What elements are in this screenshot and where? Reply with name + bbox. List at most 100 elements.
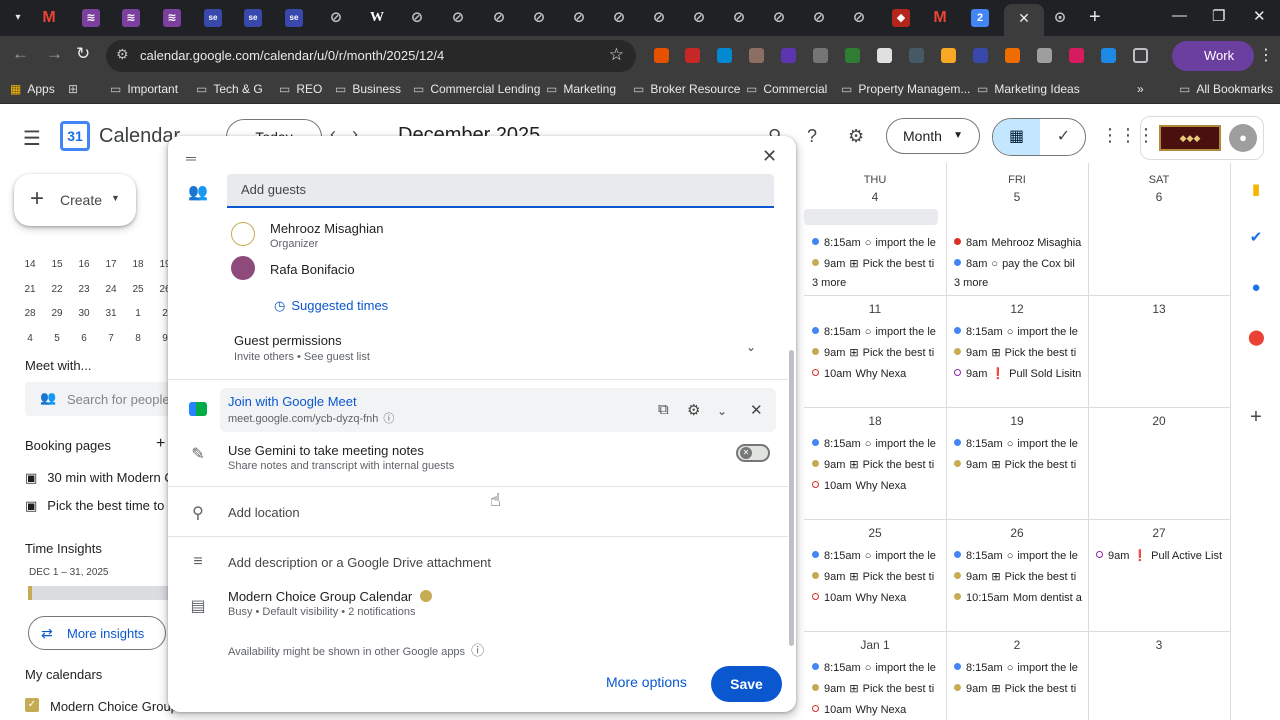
extensions-puzzle-icon[interactable]	[1133, 48, 1148, 63]
chevron-down-icon[interactable]: ⌄	[746, 340, 756, 354]
remove-meet-close-icon[interactable]: ✕	[750, 401, 763, 419]
event-chip[interactable]: 8:15am ○ import the le	[954, 435, 1084, 453]
close-dialog-icon[interactable]: ✕	[762, 146, 777, 167]
day-number[interactable]: 25	[804, 526, 946, 540]
more-events-link[interactable]: 3 more	[812, 277, 846, 289]
add-location-input[interactable]: Add location	[228, 505, 300, 520]
guest-permissions-title[interactable]: Guest permissions	[234, 333, 342, 348]
event-chip[interactable]: 8:15am ○ import the le	[954, 323, 1084, 341]
day-cell[interactable]: 12 8:15am ○ import the le 9am ⊞ Pick the best …	[946, 295, 1088, 407]
event-chip[interactable]: 8:15am ○ import the le	[812, 234, 942, 252]
drag-handle-icon[interactable]: ═	[186, 150, 196, 166]
event-chip[interactable]: 9am ⊞ Pick the best ti	[954, 568, 1084, 586]
tab-favicon[interactable]: ⊘	[408, 9, 426, 27]
tab-favicon[interactable]: ◆	[892, 9, 910, 27]
mini-calendar-day[interactable]: 6	[74, 333, 94, 344]
tab-favicon[interactable]: ⊘	[850, 9, 868, 27]
mini-calendar-day[interactable]: 8	[128, 333, 148, 344]
event-chip[interactable]: 8am Mehrooz Misaghia	[954, 234, 1084, 252]
day-number[interactable]: 5	[946, 190, 1088, 204]
extension-icon[interactable]	[1069, 48, 1084, 63]
tab-favicon[interactable]: ⊙	[1051, 9, 1069, 27]
forward-arrow-icon[interactable]: →	[46, 44, 63, 64]
event-chip[interactable]: 8:15am ○ import the le	[812, 323, 942, 341]
mini-calendar-day[interactable]: 22	[47, 284, 67, 295]
day-number[interactable]: 26	[946, 526, 1088, 540]
event-chip[interactable]: 10:15am Mom dentist a	[954, 589, 1084, 607]
day-cell[interactable]: 25 8:15am ○ import the le 9am ⊞ Pick the best …	[804, 519, 946, 631]
help-icon[interactable]: ⓘ	[383, 413, 394, 425]
extension-icon[interactable]	[877, 48, 892, 63]
contacts-icon[interactable]: ●	[1248, 280, 1264, 296]
settings-gear-icon[interactable]: ⚙	[848, 126, 864, 147]
day-number[interactable]: 11	[804, 302, 946, 316]
extension-icon[interactable]	[941, 48, 956, 63]
event-chip[interactable]: 9am ❗ Pull Active List	[1096, 547, 1226, 565]
mini-calendar-day[interactable]: 23	[74, 284, 94, 295]
tab-favicon[interactable]: ⊘	[810, 9, 828, 27]
event-chip[interactable]: 9am ⊞ Pick the best ti	[812, 680, 942, 698]
add-addon-plus-icon[interactable]: +	[1248, 407, 1264, 427]
tab-favicon[interactable]: ⊘	[610, 9, 628, 27]
day-number[interactable]: 3	[1088, 638, 1230, 652]
copy-icon[interactable]: ⧉	[658, 401, 669, 418]
mini-calendar-day[interactable]: 21	[20, 284, 40, 295]
day-cell[interactable]: SAT 6	[1088, 163, 1230, 275]
bookmark-folder[interactable]: ▭ Important	[110, 82, 178, 96]
day-number[interactable]: 6	[1088, 190, 1230, 204]
chevron-down-icon[interactable]: ⌄	[717, 404, 727, 418]
dialog-scrollbar[interactable]	[789, 350, 794, 646]
draft-event-placeholder[interactable]	[804, 209, 938, 225]
extension-icon[interactable]	[1005, 48, 1020, 63]
bookmark-folder[interactable]: ▭ Marketing Ideas	[977, 82, 1080, 96]
tasks-view-icon[interactable]: ✓	[1040, 119, 1085, 155]
save-button[interactable]: Save	[711, 666, 782, 702]
bookmark-folder[interactable]: ▭ Property Managem...	[841, 82, 970, 96]
booking-item[interactable]: ▣ Pick the best time to	[25, 498, 164, 514]
mini-calendar-day[interactable]: 25	[128, 284, 148, 295]
event-chip[interactable]: 8:15am ○ import the le	[812, 659, 942, 677]
tab-favicon[interactable]: ≋	[122, 9, 140, 27]
extension-icon[interactable]	[685, 48, 700, 63]
minimize-icon[interactable]: —	[1172, 7, 1187, 24]
reload-icon[interactable]: ↻	[76, 44, 90, 64]
calendar-selector[interactable]: Modern Choice Group Calendar	[228, 589, 433, 604]
day-cell[interactable]: Jan 1 8:15am ○ import the le 9am ⊞ Pick the be…	[804, 631, 946, 720]
profile-button[interactable]: Work	[1172, 41, 1254, 71]
maps-icon[interactable]: ⬤	[1248, 330, 1265, 346]
tab-favicon[interactable]: ⊘	[449, 9, 467, 27]
day-number[interactable]: 20	[1088, 414, 1230, 428]
day-cell[interactable]: 26 8:15am ○ import the le 9am ⊞ Pick the best …	[946, 519, 1088, 631]
day-number[interactable]: 19	[946, 414, 1088, 428]
day-number[interactable]: 27	[1088, 526, 1230, 540]
tab-favicon[interactable]: ⊘	[530, 9, 548, 27]
mini-calendar-day[interactable]: 28	[20, 308, 40, 319]
gmail-tab-icon[interactable]: M	[931, 9, 949, 27]
event-chip[interactable]: 10am Why Nexa	[812, 589, 942, 607]
event-chip[interactable]: 8:15am ○ import the le	[954, 659, 1084, 677]
event-chip[interactable]: 10am Why Nexa	[812, 365, 942, 383]
event-chip[interactable]: 9am ⊞ Pick the best ti	[812, 456, 942, 474]
mini-calendar-day[interactable]: 5	[47, 333, 67, 344]
main-menu-icon[interactable]: ☰	[23, 126, 41, 151]
gemini-notes-toggle[interactable]: ✕	[736, 444, 770, 462]
browser-menu-icon[interactable]: ⋮	[1258, 45, 1274, 65]
extension-icon[interactable]	[1101, 48, 1116, 63]
all-bookmarks[interactable]: ▭ All Bookmarks	[1179, 82, 1273, 96]
extension-icon[interactable]	[717, 48, 732, 63]
day-number[interactable]: 2	[946, 638, 1088, 652]
mini-calendar-day[interactable]: 18	[128, 259, 148, 270]
day-cell[interactable]: THU 4 8:15am ○ import the le 9am ⊞ Pick the bes…	[804, 163, 946, 289]
day-cell[interactable]: 27 9am ❗ Pull Active List	[1088, 519, 1230, 631]
bookmark-folder[interactable]: ▭ REO	[279, 82, 322, 96]
tab-favicon[interactable]: se	[244, 9, 262, 27]
event-chip[interactable]: 10am Why Nexa	[812, 701, 942, 719]
event-chip[interactable]: 8am ○ pay the Cox bil	[954, 255, 1084, 273]
mini-calendar-day[interactable]: 31	[101, 308, 121, 319]
site-info-icon[interactable]: ⚙	[116, 46, 129, 63]
mini-calendar-day[interactable]: 24	[101, 284, 121, 295]
extension-icon[interactable]	[1037, 48, 1052, 63]
event-chip[interactable]: 9am ⊞ Pick the best ti	[812, 568, 942, 586]
bookmark-folder[interactable]: ▭ Tech & G	[196, 82, 263, 96]
tab-favicon[interactable]: ⊘	[490, 9, 508, 27]
